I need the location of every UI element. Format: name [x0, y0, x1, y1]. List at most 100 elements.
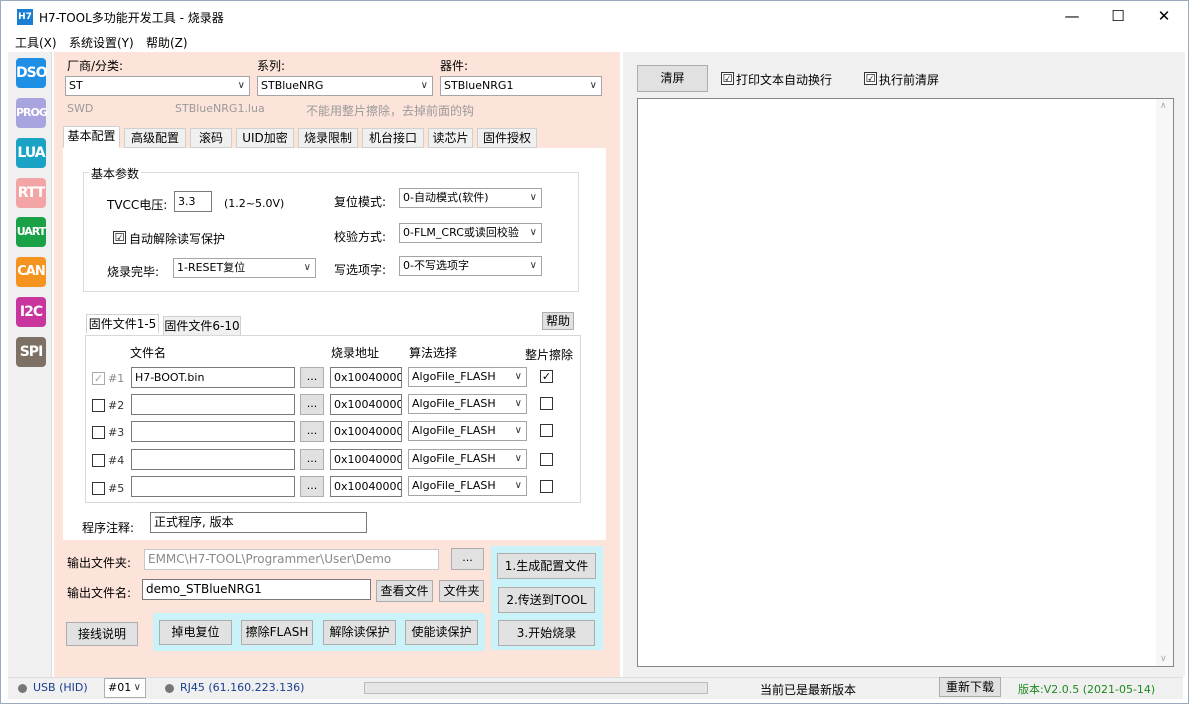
tab-uid-encrypt[interactable]: UID加密 — [236, 128, 294, 148]
chevron-down-icon: ∨ — [514, 425, 522, 436]
spi-button[interactable]: SPI — [16, 337, 46, 367]
verify-select[interactable]: 0-FLM_CRC或读回校验 ∨ — [399, 223, 542, 243]
lua-info: STBlueNRG1.lua — [175, 102, 265, 115]
firmware-row-2-browse-button[interactable]: ... — [300, 394, 324, 415]
menu-settings[interactable]: 系统设置(Y) — [69, 34, 134, 51]
firmware-row-4-enable-checkbox[interactable] — [92, 454, 105, 467]
scroll-up-icon[interactable]: ∧ — [1160, 101, 1167, 111]
verify-label: 校验方式: — [334, 230, 387, 244]
clear-log-button[interactable]: 清屏 — [637, 65, 708, 92]
lua-button[interactable]: LUA — [16, 138, 46, 168]
firmware-row-5-erase-checkbox[interactable] — [540, 480, 553, 493]
firmware-row-1-file-input[interactable]: H7-BOOT.bin — [131, 367, 295, 388]
firmware-row-1-enable-checkbox[interactable]: ✓ — [92, 372, 105, 385]
status-bar: USB (HID) #01 ∨ RJ45 (61.160.223.136) 当前… — [8, 677, 1183, 699]
firmware-row-4-algo-select[interactable]: AlgoFile_FLASH ∨ — [408, 449, 527, 469]
firmware-row-4-address-input[interactable]: 0x10040000 — [330, 449, 402, 470]
finish-label: 烧录完毕: — [107, 265, 160, 279]
firmware-row-2-algo-select[interactable]: AlgoFile_FLASH ∨ — [408, 394, 527, 414]
menu-help[interactable]: 帮助(Z) — [146, 34, 188, 51]
series-select[interactable]: STBlueNRG ∨ — [257, 76, 433, 96]
firmware-row-3-algo-select[interactable]: AlgoFile_FLASH ∨ — [408, 421, 527, 441]
firmware-row-3-file-input[interactable] — [131, 421, 295, 442]
finish-select[interactable]: 1-RESET复位 ∨ — [173, 258, 316, 278]
chevron-down-icon: ∨ — [303, 262, 311, 273]
chevron-down-icon: ∨ — [514, 453, 522, 464]
firmware-row-3-browse-button[interactable]: ... — [300, 421, 324, 442]
firmware-row-4-browse-button[interactable]: ... — [300, 449, 324, 470]
firmware-row-1-address-input[interactable]: 0x10040000 — [330, 367, 402, 388]
rtt-button[interactable]: RTT — [16, 178, 46, 208]
redownload-button[interactable]: 重新下载 — [939, 677, 1001, 697]
firmware-row-2-enable-checkbox[interactable] — [92, 399, 105, 412]
tab-read-chip[interactable]: 读芯片 — [428, 128, 473, 148]
erase-flash-button[interactable]: 擦除FLASH — [241, 620, 313, 645]
port-select[interactable]: #01 ∨ — [104, 678, 146, 698]
maximize-button[interactable]: ☐ — [1095, 1, 1141, 32]
tab-advanced[interactable]: 高级配置 — [124, 128, 186, 148]
unlock-read-protect-button[interactable]: 解除读保护 — [323, 620, 396, 645]
firmware-row-1-browse-button[interactable]: ... — [300, 367, 324, 388]
firmware-row-1-erase-checkbox[interactable]: ✓ — [540, 370, 553, 383]
vendor-select[interactable]: ST ∨ — [65, 76, 250, 96]
comment-input[interactable]: 正式程序, 版本 — [150, 512, 367, 533]
dso-button[interactable]: DSO — [16, 58, 48, 88]
menu-tools[interactable]: 工具(X) — [15, 34, 57, 51]
uart-button[interactable]: UART — [16, 217, 46, 247]
firmware-row-2-address-input[interactable]: 0x10040000 — [330, 394, 402, 415]
firmware-row-4-file-input[interactable] — [131, 449, 295, 470]
firmware-row-3-enable-checkbox[interactable] — [92, 426, 105, 439]
output-folder-browse-button[interactable]: ... — [451, 548, 484, 570]
firmware-row-5-browse-button[interactable]: ... — [300, 476, 324, 497]
tvcc-input[interactable]: 3.3 — [174, 191, 212, 212]
usb-status-icon — [18, 684, 27, 693]
firmware-row-5-enable-checkbox[interactable] — [92, 482, 105, 495]
tab-rolling-code[interactable]: 滚码 — [190, 128, 232, 148]
reset-mode-select[interactable]: 0-自动模式(软件) ∨ — [399, 188, 542, 208]
firmware-row-2-file-input[interactable] — [131, 394, 295, 415]
log-output[interactable]: ∧ ∨ — [637, 98, 1174, 667]
scroll-down-icon[interactable]: ∨ — [1160, 654, 1167, 664]
i2c-button[interactable]: I2C — [16, 297, 46, 327]
power-reset-button[interactable]: 掉电复位 — [159, 620, 232, 645]
auto-wrap-checkbox[interactable]: ☑ — [721, 72, 734, 85]
tab-firmware-6-10[interactable]: 固件文件6-10 — [163, 316, 241, 336]
firmware-help-button[interactable]: 帮助 — [542, 312, 574, 330]
chevron-down-icon: ∨ — [237, 80, 245, 91]
send-to-tool-button[interactable]: 2.传送到TOOL — [498, 587, 595, 613]
start-burn-button[interactable]: 3.开始烧录 — [498, 620, 595, 646]
config-tabs: 基本配置 高级配置 滚码 UID加密 烧录限制 机台接口 读芯片 固件授权 — [63, 126, 603, 148]
finish-value: 1-RESET复位 — [177, 261, 246, 274]
firmware-row-4-erase-checkbox[interactable] — [540, 453, 553, 466]
wiring-guide-button[interactable]: 接线说明 — [66, 622, 138, 646]
can-button[interactable]: CAN — [16, 257, 46, 287]
clear-before-run-checkbox[interactable]: ☑ — [864, 72, 877, 85]
enable-read-protect-button[interactable]: 使能读保护 — [405, 620, 478, 645]
firmware-row-5-file-input[interactable] — [131, 476, 295, 497]
tab-burn-limit[interactable]: 烧录限制 — [298, 128, 358, 148]
firmware-row-3-erase-checkbox[interactable] — [540, 424, 553, 437]
open-folder-button[interactable]: 文件夹 — [439, 580, 484, 602]
firmware-row-1-algo-select[interactable]: AlgoFile_FLASH ∨ — [408, 367, 527, 387]
auto-unlock-checkbox[interactable]: ☑ — [113, 231, 126, 244]
minimize-button[interactable]: — — [1049, 1, 1095, 32]
generate-config-button[interactable]: 1.生成配置文件 — [497, 553, 596, 579]
option-bytes-select[interactable]: 0-不写选项字 ∨ — [399, 256, 542, 276]
tab-machine-interface[interactable]: 机台接口 — [362, 128, 424, 148]
firmware-row-5-algo-select[interactable]: AlgoFile_FLASH ∨ — [408, 476, 527, 496]
tab-firmware-1-5[interactable]: 固件文件1-5 — [86, 314, 159, 334]
chip-select[interactable]: STBlueNRG1 ∨ — [440, 76, 602, 96]
tab-basic[interactable]: 基本配置 — [63, 126, 120, 148]
close-button[interactable]: ✕ — [1141, 1, 1187, 32]
firmware-row-2-erase-checkbox[interactable] — [540, 397, 553, 410]
tab-firmware-license[interactable]: 固件授权 — [477, 128, 537, 148]
vendor-value: ST — [69, 79, 83, 92]
firmware-row-3-address-input[interactable]: 0x10040000 — [330, 421, 402, 442]
firmware-row-5-address-input[interactable]: 0x10040000 — [330, 476, 402, 497]
output-folder-input[interactable]: EMMC\H7-TOOL\Programmer\User\Demo — [144, 549, 439, 570]
chevron-down-icon: ∨ — [514, 371, 522, 382]
log-scrollbar[interactable]: ∧ ∨ — [1156, 99, 1173, 666]
prog-button[interactable]: PROG — [16, 98, 48, 128]
output-filename-input[interactable]: demo_STBlueNRG1 — [142, 579, 371, 600]
view-file-button[interactable]: 查看文件 — [376, 580, 433, 602]
